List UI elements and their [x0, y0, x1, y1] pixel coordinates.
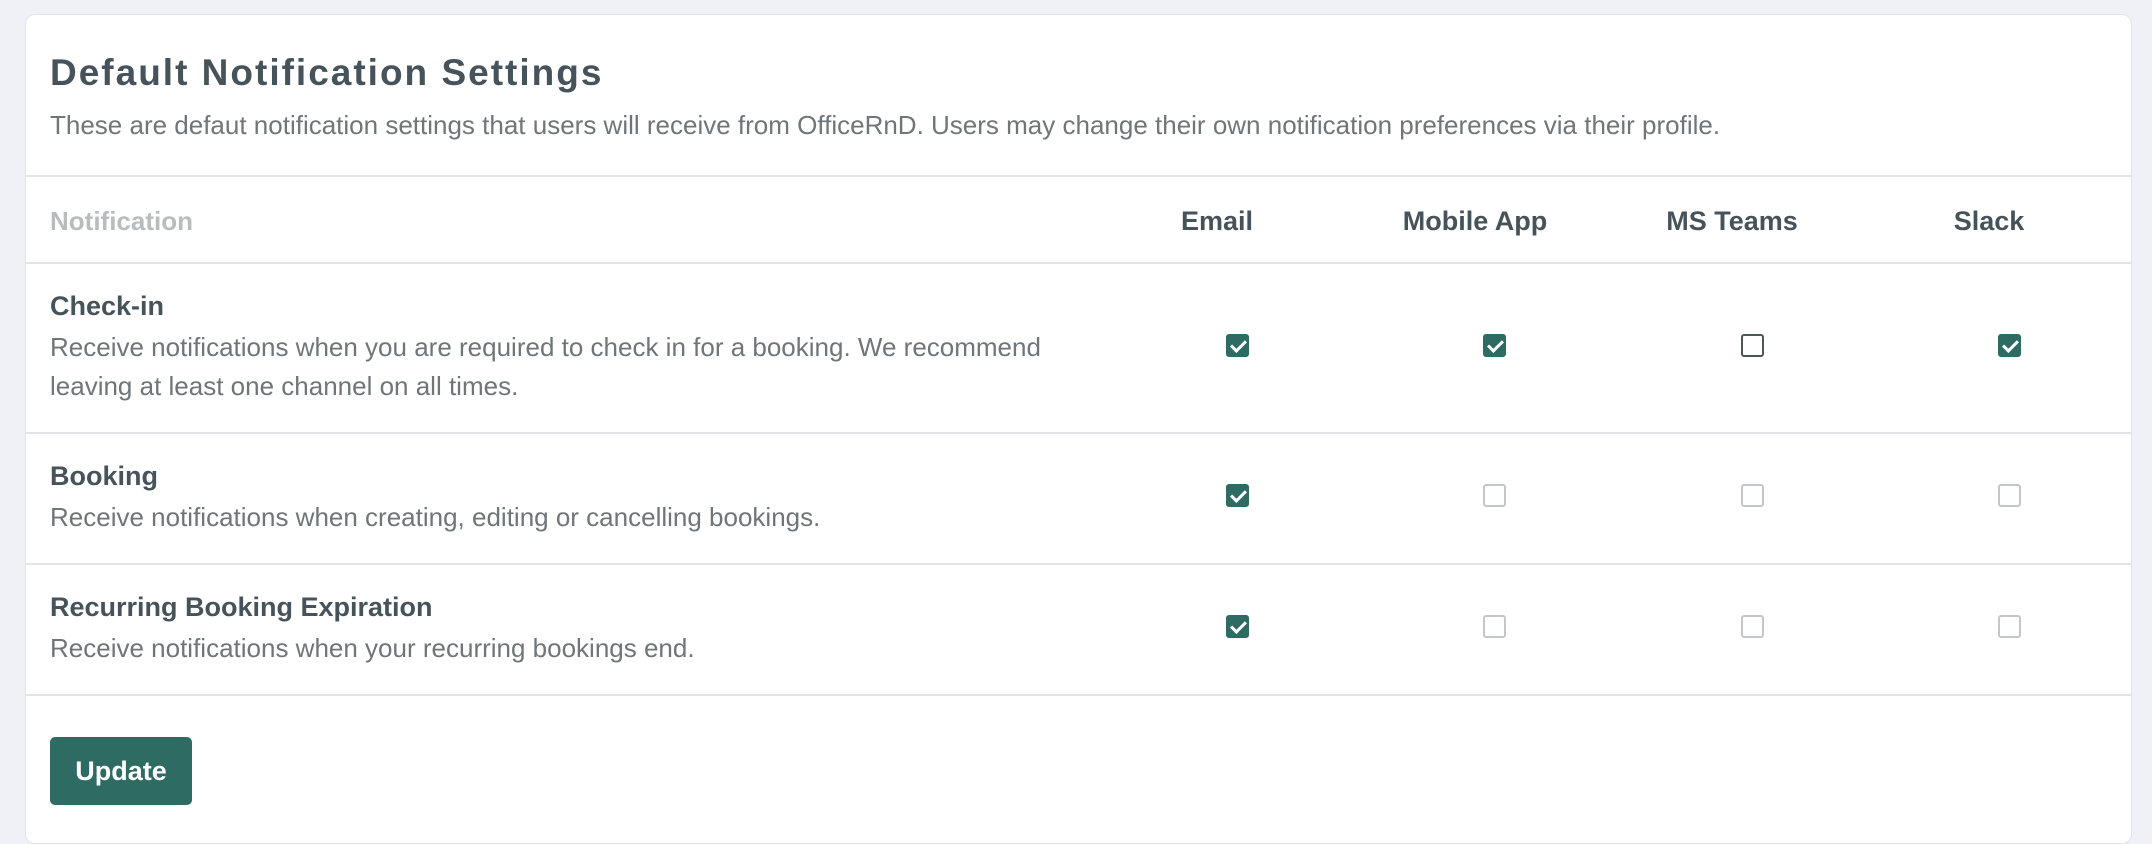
check-in-slack-checkbox[interactable]: [1998, 334, 2021, 357]
column-header-email: Email: [1180, 206, 1254, 236]
notification-settings-card: Default Notification Settings These are …: [25, 14, 2132, 844]
recurring-ms-teams-checkbox[interactable]: [1741, 615, 1764, 638]
table-header-row: Notification Email Mobile App MS Teams S…: [26, 177, 2131, 264]
table-row-booking: Booking Receive notifications when creat…: [26, 434, 2131, 565]
booking-email-checkbox[interactable]: [1226, 484, 1249, 507]
column-header-ms-teams: MS Teams: [1666, 206, 1798, 236]
column-header-mobile-app: Mobile App: [1402, 206, 1548, 236]
booking-slack-checkbox[interactable]: [1998, 484, 2021, 507]
page-title: Default Notification Settings: [50, 52, 604, 93]
notification-description: Receive notifications when you are requi…: [50, 332, 1041, 401]
notification-title: Booking: [50, 461, 158, 491]
notification-title: Check-in: [50, 291, 165, 321]
update-button[interactable]: Update: [50, 737, 192, 805]
recurring-slack-checkbox[interactable]: [1998, 615, 2021, 638]
notification-description: Receive notifications when creating, edi…: [50, 502, 821, 532]
card-header: Default Notification Settings These are …: [26, 15, 2131, 177]
check-in-email-checkbox[interactable]: [1226, 334, 1249, 357]
column-header-slack: Slack: [1953, 206, 2025, 236]
notification-title: Recurring Booking Expiration: [50, 592, 433, 622]
recurring-mobile-app-checkbox[interactable]: [1483, 615, 1506, 638]
table-row-recurring-booking-expiration: Recurring Booking Expiration Receive not…: [26, 565, 2131, 696]
booking-mobile-app-checkbox[interactable]: [1483, 484, 1506, 507]
page-subtitle: These are defaut notification settings t…: [50, 110, 1721, 140]
check-in-mobile-app-checkbox[interactable]: [1483, 334, 1506, 357]
booking-ms-teams-checkbox[interactable]: [1741, 484, 1764, 507]
table-row-check-in: Check-in Receive notifications when you …: [26, 264, 2131, 434]
check-in-ms-teams-checkbox[interactable]: [1741, 334, 1764, 357]
notification-description: Receive notifications when your recurrin…: [50, 633, 695, 663]
recurring-email-checkbox[interactable]: [1226, 615, 1249, 638]
column-header-notification: Notification: [50, 206, 193, 236]
